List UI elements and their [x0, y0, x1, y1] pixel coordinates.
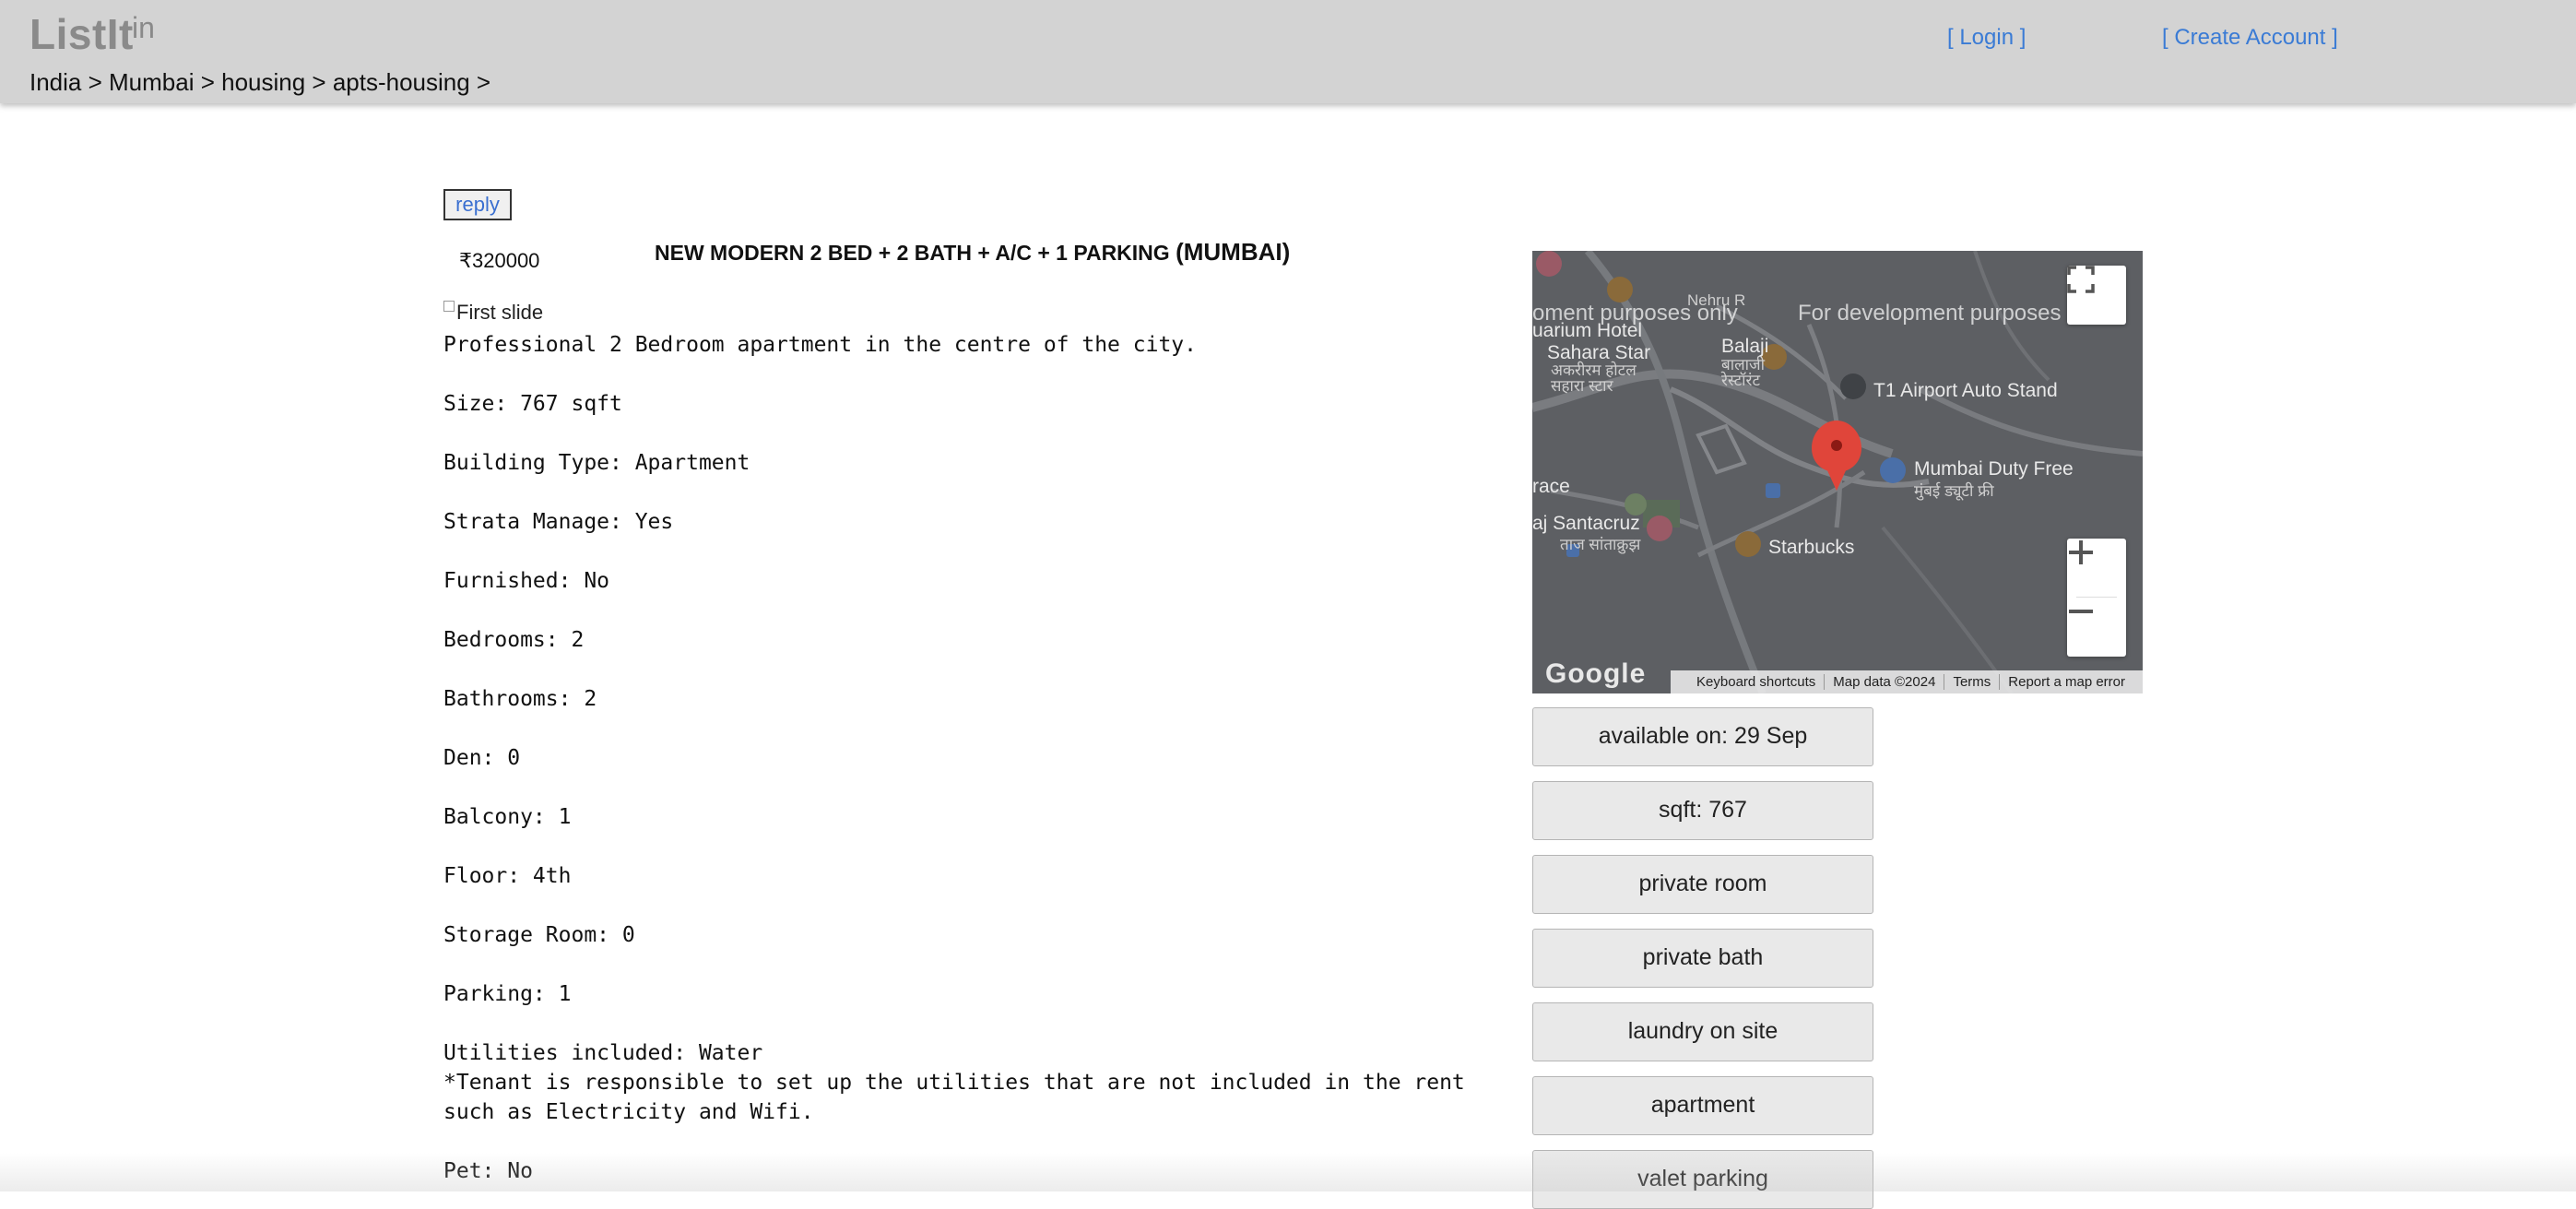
listing-price: ₹320000	[459, 249, 540, 272]
image-alt-text: First slide	[456, 301, 544, 324]
google-logo[interactable]: Google	[1545, 658, 1646, 690]
listing-image[interactable]: First slide	[443, 301, 543, 325]
attr-available-date[interactable]: available on: 29 Sep	[1532, 707, 1873, 766]
listing-title: NEW MODERN 2 BED + 2 BATH + A/C + 1 PARK…	[655, 238, 1290, 267]
map-label-balaji: Balaji	[1721, 336, 1769, 357]
map-label-hotel: uarium Hotel	[1532, 320, 1643, 341]
minus-icon	[2069, 610, 2093, 613]
map-footer: Keyboard shortcuts Map data ©2024 Terms …	[1671, 670, 2143, 693]
report-map-error-link[interactable]: Report a map error	[1999, 674, 2133, 690]
map-label-santacruz-hindi: ताज सांताक्रुझ	[1560, 536, 1641, 553]
terms-link[interactable]: Terms	[1944, 674, 1999, 690]
attr-laundry[interactable]: laundry on site	[1532, 1002, 1873, 1061]
create-account-link[interactable]: [ Create Account ]	[2162, 25, 2338, 51]
map-label-race: race	[1532, 476, 1570, 497]
fullscreen-icon	[2067, 266, 2095, 293]
site-header: ListIt in India > Mumbai > housing > apt…	[0, 0, 2576, 103]
plus-icon	[2069, 540, 2093, 564]
keyboard-shortcuts-link[interactable]: Keyboard shortcuts	[1688, 674, 1824, 690]
reply-button[interactable]: reply	[443, 189, 512, 220]
page-bottom-shadow	[0, 1153, 2576, 1191]
map-label-santacruz: aj Santacruz	[1532, 513, 1640, 534]
map-dev-watermark-2: For development purposes	[1798, 301, 2062, 326]
zoom-out-button[interactable]	[2067, 598, 2126, 657]
broken-image-icon	[443, 301, 455, 312]
listing-description: Professional 2 Bedroom apartment in the …	[443, 333, 1465, 1183]
map-label-balaji-hindi: बालाजी रेस्टॉरंट	[1721, 356, 1766, 389]
country-code: in	[132, 11, 155, 44]
login-link[interactable]: [ Login ]	[1947, 25, 2026, 51]
attr-private-bath[interactable]: private bath	[1532, 929, 1873, 988]
map-label-starbucks: Starbucks	[1768, 537, 1855, 558]
listing-title-text: NEW MODERN 2 BED + 2 BATH + A/C + 1 PARK…	[655, 241, 1170, 265]
location-map[interactable]: oment purposes only For development purp…	[1532, 251, 2143, 693]
map-label-sahara-hindi: अकरीरम होटल सहारा स्टार	[1551, 362, 1637, 395]
site-logo[interactable]: ListIt	[30, 9, 134, 59]
attr-sqft[interactable]: sqft: 767	[1532, 781, 1873, 840]
breadcrumb[interactable]: India > Mumbai > housing > apts-housing …	[30, 68, 490, 97]
map-label-duty-free: Mumbai Duty Free	[1914, 458, 2074, 480]
attr-housing-type[interactable]: apartment	[1532, 1076, 1873, 1135]
map-label-t1: T1 Airport Auto Stand	[1873, 380, 2058, 401]
map-data-text: Map data ©2024	[1824, 674, 1944, 690]
zoom-controls	[2067, 539, 2126, 657]
map-label-duty-free-hindi: मुंबई ड्यूटी फ्री	[1914, 482, 1994, 500]
fullscreen-button[interactable]	[2067, 266, 2126, 325]
map-label-nehru: Nehru R	[1687, 291, 1746, 309]
listing-location: (MUMBAI)	[1176, 238, 1291, 266]
attr-private-room[interactable]: private room	[1532, 855, 1873, 914]
zoom-in-button[interactable]	[2067, 539, 2126, 598]
